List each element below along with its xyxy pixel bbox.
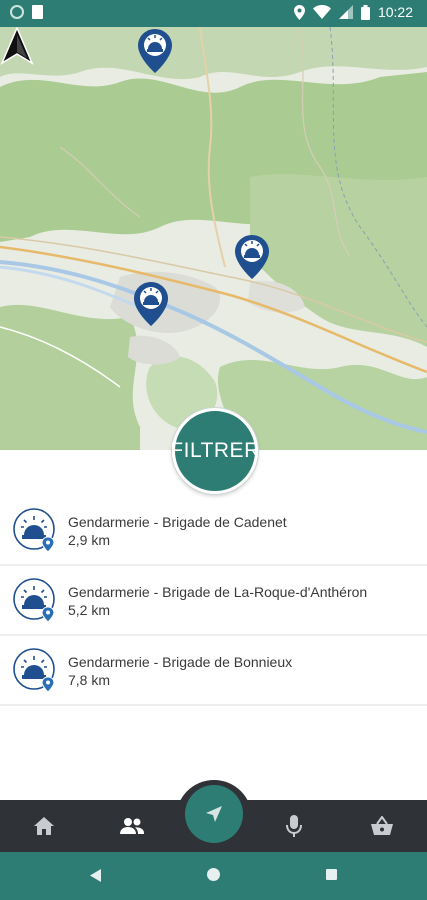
list-item[interactable]: Gendarmerie - Brigade de Bonnieux 7,8 km [0,636,427,706]
gendarmerie-pin-icon[interactable] [138,29,172,73]
gendarmerie-icon [13,648,55,693]
station-distance: 7,8 km [68,672,111,688]
status-bar: 10:22 [0,0,427,27]
people-icon[interactable] [119,813,145,839]
notification-dot-icon [10,5,24,19]
gendarmerie-icon [13,578,55,623]
recent-apps-icon[interactable] [326,869,337,880]
navigation-icon [206,806,222,822]
navigation-button[interactable] [185,785,243,843]
filter-button[interactable]: FILTRER [170,408,259,494]
clock: 10:22 [377,4,413,20]
gendarmerie-icon [13,508,55,553]
station-name: Gendarmerie - Brigade de La-Roque-d'Anth… [68,584,368,600]
list-item[interactable]: Gendarmerie - Brigade de Cadenet 2,9 km [0,496,427,566]
home-icon[interactable] [31,813,57,839]
map-view[interactable] [0,27,427,450]
gendarmerie-pin-icon[interactable] [134,282,168,326]
station-name: Gendarmerie - Brigade de Bonnieux [68,654,293,670]
back-icon[interactable] [90,869,102,882]
signal-icon [338,5,353,19]
station-distance: 5,2 km [68,602,111,618]
home-system-icon[interactable] [207,868,220,881]
list-item[interactable]: Gendarmerie - Brigade de La-Roque-d'Anth… [0,566,427,636]
microphone-icon[interactable] [281,813,307,839]
results-list: Gendarmerie - Brigade de Cadenet 2,9 km … [0,496,427,706]
basket-icon[interactable] [369,813,395,839]
gendarmerie-pin-icon[interactable] [235,235,269,279]
map-tiles [0,27,427,450]
wifi-icon [312,5,331,19]
sim-card-icon [32,5,43,19]
station-name: Gendarmerie - Brigade de Cadenet [68,514,287,530]
station-distance: 2,9 km [68,532,111,548]
location-icon [293,4,305,20]
navigation-arrow-icon [0,27,34,65]
battery-icon [360,4,370,20]
